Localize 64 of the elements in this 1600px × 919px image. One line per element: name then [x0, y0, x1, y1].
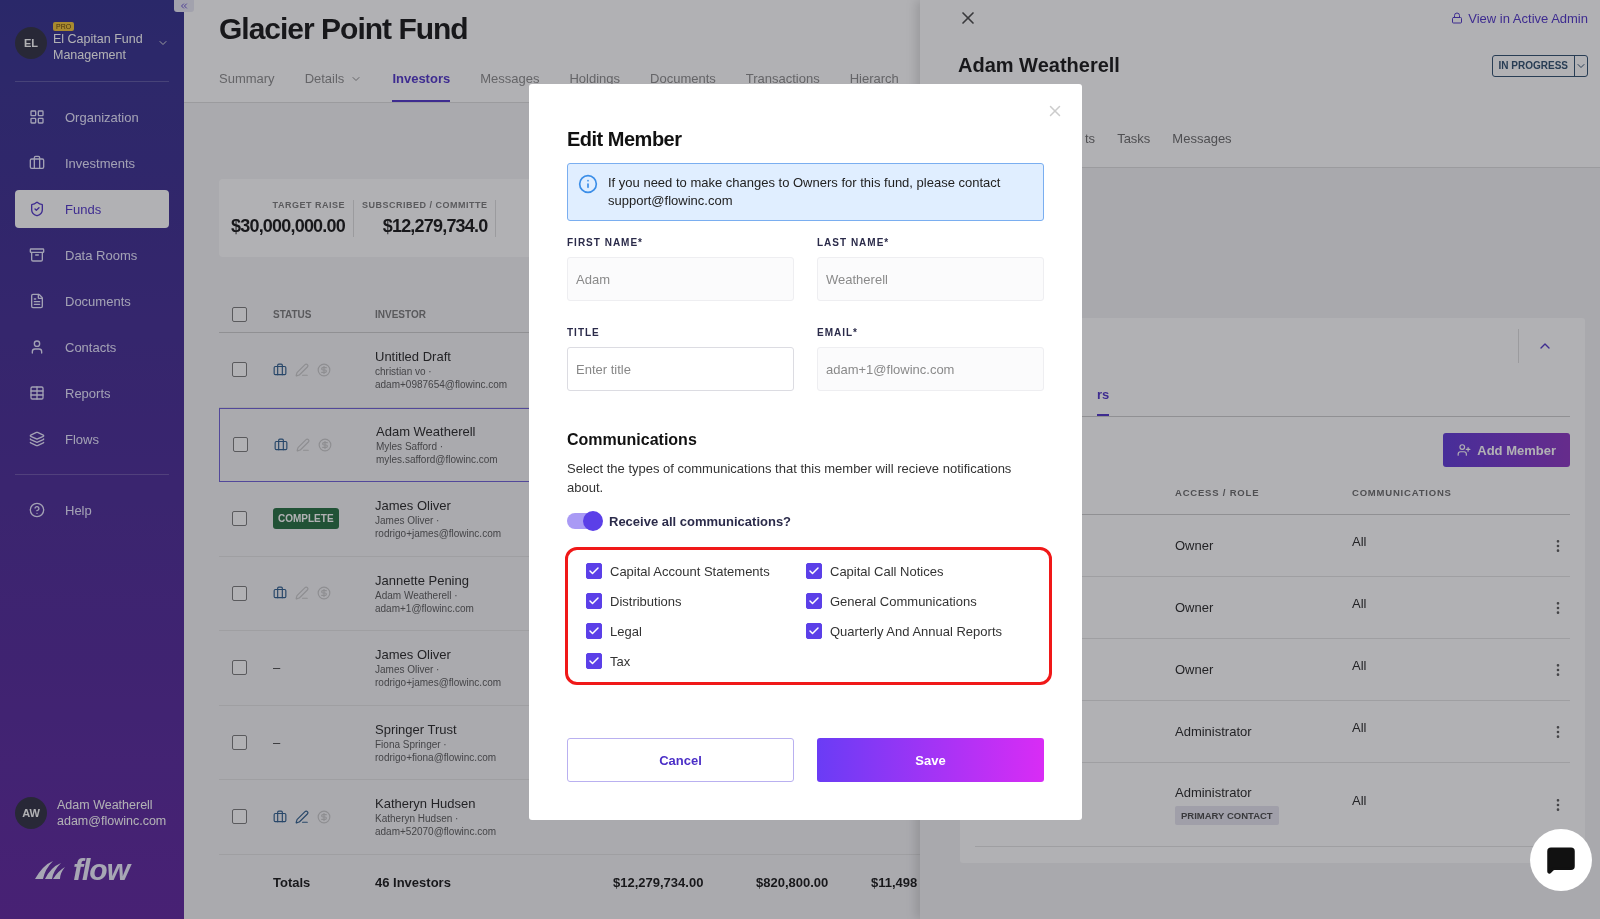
column-header: ACCESS / ROLE	[1175, 487, 1261, 498]
user-email: adam@flowinc.com	[57, 813, 167, 829]
investor-name: James Oliver	[375, 647, 452, 663]
member-communications: All	[1352, 596, 1368, 611]
primary-contact-badge: PRIMARY CONTACT	[1175, 805, 1279, 825]
org-name: El Capitan Fund Management	[53, 31, 144, 63]
totals-cell-text: $11,498	[871, 875, 919, 890]
investor-name: James Oliver	[375, 498, 452, 514]
panel-title: Adam Weatherell	[958, 54, 1120, 77]
info-text: If you need to make changes to Owners for this fund, please contact support@flowinc.com	[608, 174, 1002, 210]
investor-contact: Katheryn Hudsen ·	[375, 813, 460, 825]
member-role: Owner	[1175, 600, 1214, 615]
field-label: EMAIL*	[817, 327, 859, 338]
investor-email: rodrigo+fiona@flowinc.com	[375, 751, 498, 763]
investor-name: Adam Weatherell	[376, 424, 477, 440]
investor-name: Springer Trust	[375, 721, 458, 737]
investor-email: adam+52070@flowinc.com	[375, 826, 498, 838]
investor-contact: James Oliver ·	[375, 664, 441, 676]
org-avatar: EL	[15, 26, 47, 59]
stat-value: $30,000,000.00	[231, 215, 345, 237]
field-label: FIRST NAME*	[567, 237, 644, 248]
status-text: –	[273, 734, 281, 750]
investor-contact: christian vo ·	[375, 366, 433, 378]
column-header: COMMUNICATIONS	[1352, 487, 1453, 498]
member-communications: All	[1352, 658, 1368, 673]
member-role: Administrator	[1175, 724, 1252, 739]
member-role: Owner	[1175, 662, 1214, 677]
stat-label: TARGET RAISE	[272, 199, 345, 210]
investor-contact: Adam Weatherell ·	[375, 589, 459, 601]
investor-contact: Fiona Springer ·	[375, 738, 448, 750]
totals-cell-text: 46 Investors	[375, 875, 452, 890]
user-name: Adam Weatherell	[57, 797, 154, 813]
investor-email: adam+1@flowinc.com	[375, 602, 475, 614]
investor-name: Jannette Pening	[375, 572, 470, 588]
column-header: STATUS	[273, 309, 313, 320]
investor-name: Untitled Draft	[375, 349, 452, 365]
field-label: TITLE	[567, 327, 601, 338]
investor-contact: Myles Safford ·	[376, 441, 445, 453]
status-text: –	[273, 660, 281, 676]
stat-value: $12,279,734.0	[382, 215, 488, 237]
totals-cell-text: $12,279,734.00	[613, 875, 705, 890]
totals-cell-text: Totals	[273, 875, 312, 890]
investor-email: rodrigo+james@flowinc.com	[375, 677, 503, 689]
dialog-title: Edit Member	[567, 128, 683, 151]
investor-contact: James Oliver ·	[375, 515, 441, 527]
status-badge: COMPLETE	[273, 508, 339, 530]
investor-email: myles.safford@flowinc.com	[376, 454, 499, 466]
section-heading: Communications	[567, 431, 698, 449]
section-description: Select the types of communications that this member will recieve notifications about.	[567, 460, 1013, 497]
member-role: Administrator	[1175, 784, 1252, 800]
member-communications: All	[1352, 720, 1368, 735]
page-title: Glacier Point Fund	[219, 12, 469, 46]
member-role: Owner	[1175, 538, 1214, 553]
column-header: INVESTOR	[375, 309, 427, 320]
investor-name: Katheryn Hudsen	[375, 796, 477, 812]
member-communications: All	[1352, 534, 1368, 549]
investor-email: rodrigo+james@flowinc.com	[375, 528, 503, 540]
investor-email: adam+0987654@flowinc.com	[375, 379, 509, 391]
member-communications: All	[1352, 793, 1368, 808]
user-avatar: AW	[15, 797, 47, 829]
stat-label: SUBSCRIBED / COMMITTE	[361, 199, 488, 210]
toggle-label: Receive all communications?	[609, 513, 792, 529]
totals-cell-text: $820,800.00	[756, 875, 830, 890]
field-label: LAST NAME*	[817, 237, 891, 248]
